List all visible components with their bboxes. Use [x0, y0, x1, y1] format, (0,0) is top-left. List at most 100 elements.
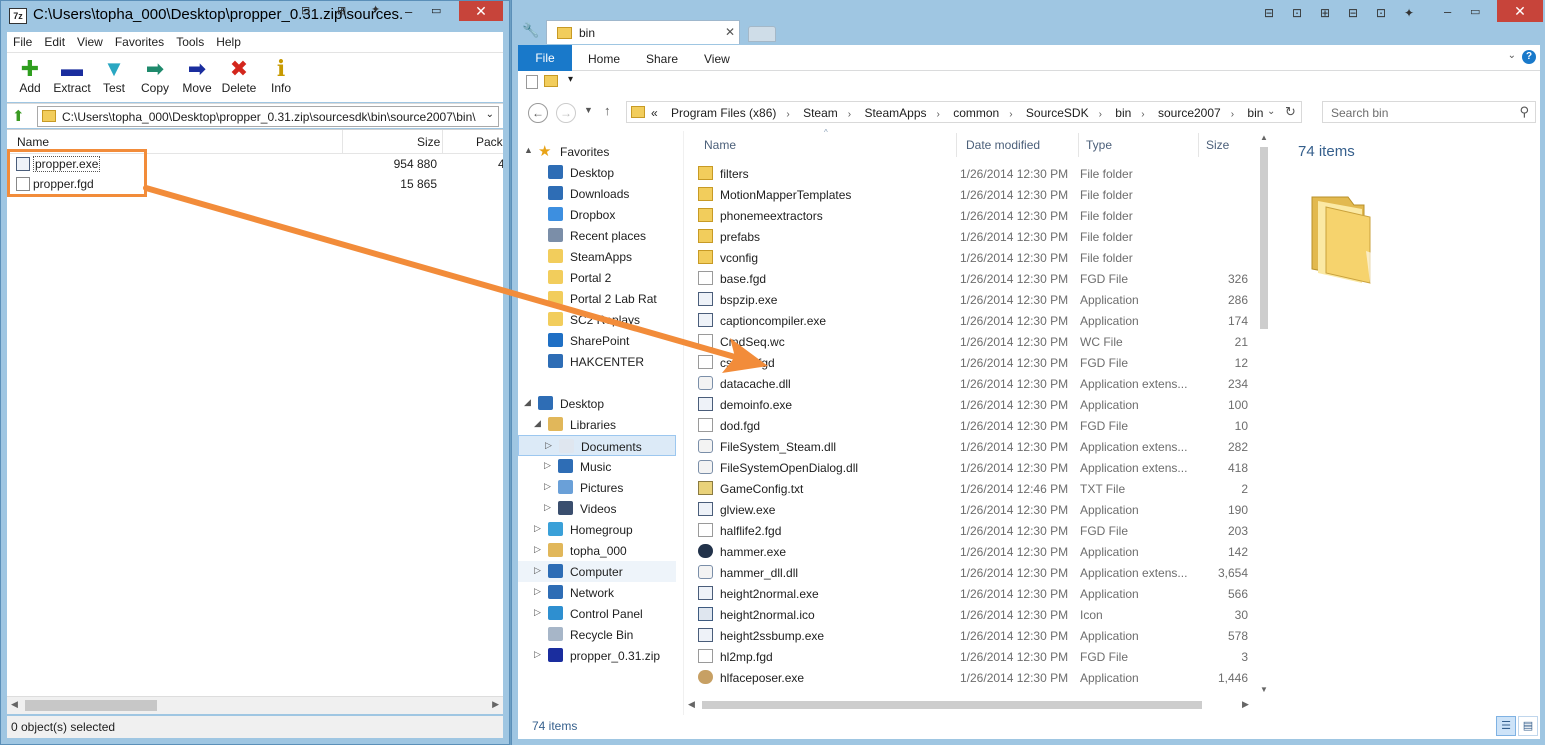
minimize-button[interactable]: –: [405, 4, 412, 19]
tab-close-icon[interactable]: ✕: [725, 25, 735, 39]
file-row[interactable]: halflife2.fgd 1/26/2014 12:30 PM FGD File 2…: [686, 520, 1248, 541]
maximize-button[interactable]: ▭: [1470, 5, 1480, 18]
column-divider[interactable]: [442, 130, 443, 154]
nav-item[interactable]: Recycle Bin: [518, 624, 676, 645]
column-header-type[interactable]: Type: [1086, 138, 1112, 152]
nav-item[interactable]: Portal 2: [518, 267, 676, 288]
file-row[interactable]: CmdSeq.wc 1/26/2014 12:30 PM WC File 21: [686, 331, 1248, 352]
file-row[interactable]: filters 1/26/2014 12:30 PM File folder: [686, 163, 1246, 184]
new-folder-icon[interactable]: [544, 75, 558, 87]
minimize-button[interactable]: –: [1444, 4, 1451, 19]
nav-item[interactable]: ▷ Homegroup: [518, 519, 676, 540]
breadcrumb-overflow[interactable]: «: [651, 106, 658, 120]
file-row[interactable]: prefabs 1/26/2014 12:30 PM File folder: [686, 226, 1246, 247]
menu-edit[interactable]: Edit: [38, 32, 71, 49]
breadcrumb-chevron-icon[interactable]: ›: [848, 109, 851, 120]
nav-item[interactable]: HAKCENTER: [518, 351, 676, 372]
search-icon[interactable]: ⚲: [1519, 104, 1529, 120]
titlebar-glyph-icon[interactable]: ⊞: [1320, 6, 1330, 20]
column-header-size[interactable]: Size: [1206, 138, 1229, 152]
file-row[interactable]: hl2mp.fgd 1/26/2014 12:30 PM FGD File 3: [686, 646, 1248, 667]
extract-button[interactable]: ▬ Extract: [51, 57, 93, 96]
column-header-date[interactable]: Date modified: [966, 138, 1040, 152]
breadcrumb-item[interactable]: common: [953, 106, 999, 120]
breadcrumb-item[interactable]: Program Files (x86): [671, 106, 776, 120]
info-button[interactable]: i Info: [260, 57, 302, 95]
expand-chevron-icon[interactable]: ▷: [544, 481, 551, 492]
file-row[interactable]: captioncompiler.exe 1/26/2014 12:30 PM App…: [686, 310, 1248, 331]
close-button[interactable]: ✕: [1497, 0, 1543, 22]
nav-item[interactable]: ▷ Videos: [518, 498, 676, 519]
expand-chevron-icon[interactable]: ▲: [524, 145, 533, 155]
menu-help[interactable]: Help: [210, 32, 247, 49]
address-bar[interactable]: « Program Files (x86) › Steam › SteamApps ›…: [626, 101, 1302, 123]
file-row[interactable]: dod.fgd 1/26/2014 12:30 PM FGD File 10: [686, 415, 1248, 436]
details-view-icon[interactable]: ☰: [1496, 716, 1516, 736]
breadcrumb-chevron-icon[interactable]: ›: [937, 109, 940, 120]
recent-locations-icon[interactable]: ▼: [584, 105, 593, 115]
file-row[interactable]: datacache.dll 1/26/2014 12:30 PM Applicati…: [686, 373, 1248, 394]
column-divider[interactable]: [1078, 133, 1079, 157]
zip-title-bar[interactable]: 7z C:\Users\topha_000\Desktop\propper_0.…: [1, 1, 511, 31]
horizontal-scrollbar[interactable]: ◀ ▶: [686, 697, 1256, 713]
breadcrumb-chevron-icon[interactable]: ›: [786, 109, 789, 120]
file-row[interactable]: height2normal.ico 1/26/2014 12:30 PM Icon 3…: [686, 604, 1248, 625]
new-tab-button[interactable]: [748, 26, 776, 42]
menu-file[interactable]: File: [7, 32, 38, 49]
scrollbar-thumb[interactable]: [702, 701, 1202, 709]
expand-chevron-icon[interactable]: ◢: [534, 418, 541, 429]
expand-chevron-icon[interactable]: ▷: [544, 460, 551, 471]
search-input[interactable]: Search bin ⚲: [1322, 101, 1536, 123]
file-row[interactable]: FileSystem_Steam.dll 1/26/2014 12:30 PM Ap…: [686, 436, 1248, 457]
titlebar-glyph-icon[interactable]: ⊡: [1292, 6, 1302, 20]
address-dropdown-icon[interactable]: ⌄: [1267, 106, 1275, 117]
column-divider[interactable]: [1198, 133, 1199, 157]
tab-file[interactable]: File: [518, 45, 572, 71]
expand-chevron-icon[interactable]: ▷: [534, 649, 541, 660]
nav-item[interactable]: Dropbox: [518, 204, 676, 225]
nav-item[interactable]: ▷ Computer: [518, 561, 676, 582]
close-button[interactable]: ✕: [459, 1, 503, 21]
file-row[interactable]: hlfaceposer.exe 1/26/2014 12:30 PM Applica…: [686, 667, 1248, 688]
up-arrow-icon[interactable]: ↑: [604, 103, 611, 118]
nav-item[interactable]: ◢ Desktop: [518, 393, 676, 414]
nav-item[interactable]: ▷ Pictures: [518, 477, 676, 498]
nav-item[interactable]: ▲ ★ Favorites: [518, 141, 676, 162]
chevron-down-icon[interactable]: ⌄: [486, 109, 494, 120]
scroll-up-icon[interactable]: ▲: [1260, 133, 1268, 142]
expand-chevron-icon[interactable]: ▷: [534, 565, 541, 576]
nav-item[interactable]: Desktop: [518, 162, 676, 183]
expand-chevron-icon[interactable]: ▷: [544, 502, 551, 513]
breadcrumb-chevron-icon[interactable]: ›: [1099, 109, 1102, 120]
scroll-left-icon[interactable]: ◀: [688, 699, 695, 710]
scroll-right-icon[interactable]: ▶: [1242, 699, 1249, 710]
expand-chevron-icon[interactable]: ▷: [534, 523, 541, 534]
refresh-icon[interactable]: ↻: [1285, 104, 1296, 120]
titlebar-glyph-icon[interactable]: ⊡: [1376, 6, 1386, 20]
file-row[interactable]: hammer_dll.dll 1/26/2014 12:30 PM Applicat…: [686, 562, 1248, 583]
titlebar-pin-icon[interactable]: ✦: [1404, 6, 1414, 20]
nav-item[interactable]: ◢ Libraries: [518, 414, 676, 435]
nav-item[interactable]: Downloads: [518, 183, 676, 204]
copy-button[interactable]: ➡ Copy: [134, 57, 176, 96]
scrollbar-thumb[interactable]: [25, 700, 157, 711]
move-button[interactable]: ➡ Move: [176, 57, 218, 96]
nav-item[interactable]: ▷ propper_0.31.zip: [518, 645, 676, 666]
file-row[interactable]: height2normal.exe 1/26/2014 12:30 PM Appli…: [686, 583, 1248, 604]
delete-button[interactable]: ✖ Delete: [218, 57, 260, 96]
explorer-title-bar[interactable]: 🔧 bin ✕ ⊟ ⊡ ⊞ ⊟ ⊡ ✦ – ▭ ✕: [512, 0, 1545, 44]
zip-horizontal-scrollbar[interactable]: ◀ ▶: [7, 696, 503, 714]
scroll-down-icon[interactable]: ▼: [1260, 685, 1268, 694]
titlebar-glyph-icon[interactable]: ⊟: [1348, 6, 1358, 20]
expand-chevron-icon[interactable]: ▷: [534, 586, 541, 597]
file-row[interactable]: glview.exe 1/26/2014 12:30 PM Application 1…: [686, 499, 1248, 520]
titlebar-glyph-icon[interactable]: ⊟: [1264, 6, 1274, 20]
column-divider[interactable]: [956, 133, 957, 157]
file-row[interactable]: phonemeextractors 1/26/2014 12:30 PM File …: [686, 205, 1246, 226]
file-row[interactable]: hammer.exe 1/26/2014 12:30 PM Application 1…: [686, 541, 1248, 562]
tab-share[interactable]: Share: [646, 52, 678, 66]
nav-item[interactable]: ▷ topha_000: [518, 540, 676, 561]
file-row[interactable]: demoinfo.exe 1/26/2014 12:30 PM Applicatio…: [686, 394, 1248, 415]
properties-icon[interactable]: [526, 75, 538, 89]
breadcrumb-item[interactable]: bin: [1115, 106, 1131, 120]
